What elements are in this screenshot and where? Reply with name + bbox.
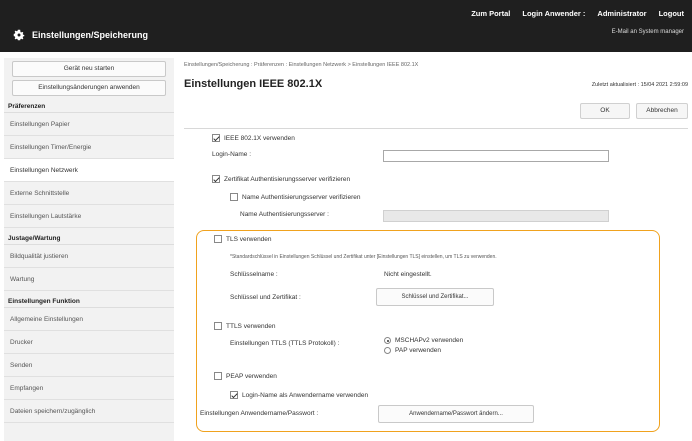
use-8021x-row: IEEE 802.1X verwenden: [212, 134, 295, 142]
sidebar-item-volume[interactable]: Einstellungen Lautstärke: [4, 205, 174, 228]
sidebar-item-paper[interactable]: Einstellungen Papier: [4, 113, 174, 136]
auth-server-name-label: Name Authentisierungsserver :: [240, 211, 329, 218]
app-title: Einstellungen/Speicherung: [12, 28, 148, 42]
verify-cert-label: Zertifikat Authentisierungsserver verifi…: [224, 175, 351, 183]
user-pw-label: Einstellungen Anwendername/Passwort :: [200, 410, 319, 417]
mschap-label: MSCHAPv2 verwenden: [395, 337, 464, 344]
top-header: Zum Portal Login Anwender : Administrato…: [0, 0, 692, 52]
tls-row: TLS verwenden: [214, 235, 272, 243]
cancel-button[interactable]: Abbrechen: [636, 103, 688, 119]
tls-note: *Standardschlüssel in Einstellungen Schl…: [230, 254, 497, 260]
mschap-radio[interactable]: [384, 337, 391, 344]
tls-checkbox[interactable]: [214, 235, 222, 243]
divider: [184, 128, 688, 129]
login-as-user-label: Login-Name als Anwendername verwenden: [242, 391, 369, 399]
sidebar-section-function: Einstellungen Funktion: [4, 295, 174, 308]
mail-sysadmin-link[interactable]: E-Mail an System manager: [612, 29, 684, 35]
login-user-label: Login Anwender :: [522, 9, 586, 18]
ttls-checkbox[interactable]: [214, 322, 222, 330]
login-as-user-checkbox[interactable]: [230, 391, 238, 399]
peap-label: PEAP verwenden: [226, 372, 277, 380]
pap-label: PAP verwenden: [395, 347, 442, 354]
sidebar-item-network[interactable]: Einstellungen Netzwerk: [4, 159, 174, 182]
login-as-user-row: Login-Name als Anwendername verwenden: [230, 391, 368, 399]
verify-name-checkbox[interactable]: [230, 193, 238, 201]
user-pw-button[interactable]: Anwendername/Passwort ändern...: [378, 405, 534, 423]
ttls-option-mschap: MSCHAPv2 verwenden: [384, 337, 463, 344]
sidebar-item-printer[interactable]: Drucker: [4, 331, 174, 354]
login-name-label: Login-Name :: [212, 151, 252, 158]
ok-button[interactable]: OK: [580, 103, 630, 119]
use-8021x-label: IEEE 802.1X verwenden: [224, 134, 295, 142]
header-links: Zum Portal Login Anwender : Administrato…: [471, 9, 684, 18]
auth-server-name-row: Name Authentisierungsserver :: [240, 211, 329, 218]
apply-changes-button[interactable]: Einstellungsänderungen anwenden: [12, 80, 166, 96]
key-name-label: Schlüsselname :: [230, 271, 278, 278]
ttls-settings-label: Einstellungen TTLS (TTLS Protokoll) :: [230, 340, 340, 347]
sidebar-item-image-quality[interactable]: Bildqualität justieren: [4, 245, 174, 268]
peap-checkbox[interactable]: [214, 372, 222, 380]
ttls-label: TTLS verwenden: [226, 322, 276, 330]
sidebar-item-external-interface[interactable]: Externe Schnittstelle: [4, 182, 174, 205]
sidebar: Gerät neu starten Einstellungsänderungen…: [4, 58, 174, 441]
key-name-value: Nicht eingestellt.: [384, 271, 432, 278]
sidebar-item-maintenance[interactable]: Wartung: [4, 268, 174, 291]
ttls-option-pap: PAP verwenden: [384, 347, 441, 354]
sidebar-item-store-files[interactable]: Dateien speichern/zugänglich: [4, 400, 174, 423]
main-content: Einstellungen/Speicherung : Präferenzen …: [184, 58, 688, 441]
use-8021x-checkbox[interactable]: [212, 134, 220, 142]
key-cert-label: Schlüssel und Zertifikat :: [230, 294, 301, 301]
portal-link[interactable]: Zum Portal: [471, 9, 510, 18]
pap-radio[interactable]: [384, 347, 391, 354]
verify-name-label: Name Authentisierungsserver verifizieren: [242, 193, 361, 201]
user-name: Administrator: [597, 9, 647, 18]
verify-name-row: Name Authentisierungsserver verifizieren: [230, 193, 361, 201]
auth-server-name-input[interactable]: [383, 210, 609, 222]
app-title-text: Einstellungen/Speicherung: [32, 30, 149, 40]
sidebar-item-general[interactable]: Allgemeine Einstellungen: [4, 308, 174, 331]
last-updated: Zuletzt aktualisiert : 15/04 2021 2:59:0…: [591, 82, 688, 88]
key-cert-button[interactable]: Schlüssel und Zertifikat...: [376, 288, 494, 306]
sidebar-item-receive[interactable]: Empfangen: [4, 377, 174, 400]
login-name-row: Login-Name :: [212, 151, 251, 158]
tls-label: TLS verwenden: [226, 235, 272, 243]
sidebar-section-preferences: Präferenzen: [4, 100, 174, 113]
action-buttons: OK Abbrechen: [580, 103, 688, 119]
ttls-row: TTLS verwenden: [214, 322, 276, 330]
restart-device-button[interactable]: Gerät neu starten: [12, 61, 166, 77]
sidebar-section-adjustment: Justage/Wartung: [4, 232, 174, 245]
breadcrumb: Einstellungen/Speicherung : Präferenzen …: [184, 62, 419, 68]
peap-row: PEAP verwenden: [214, 372, 277, 380]
login-name-input[interactable]: [383, 150, 609, 162]
sidebar-item-send[interactable]: Senden: [4, 354, 174, 377]
logout-link[interactable]: Logout: [659, 9, 684, 18]
sidebar-item-timer-energy[interactable]: Einstellungen Timer/Energie: [4, 136, 174, 159]
highlight-box: [196, 230, 660, 432]
gear-icon: [13, 29, 25, 41]
page-title: Einstellungen IEEE 802.1X: [184, 78, 323, 90]
verify-cert-checkbox[interactable]: [212, 175, 220, 183]
verify-cert-row: Zertifikat Authentisierungsserver verifi…: [212, 175, 350, 183]
